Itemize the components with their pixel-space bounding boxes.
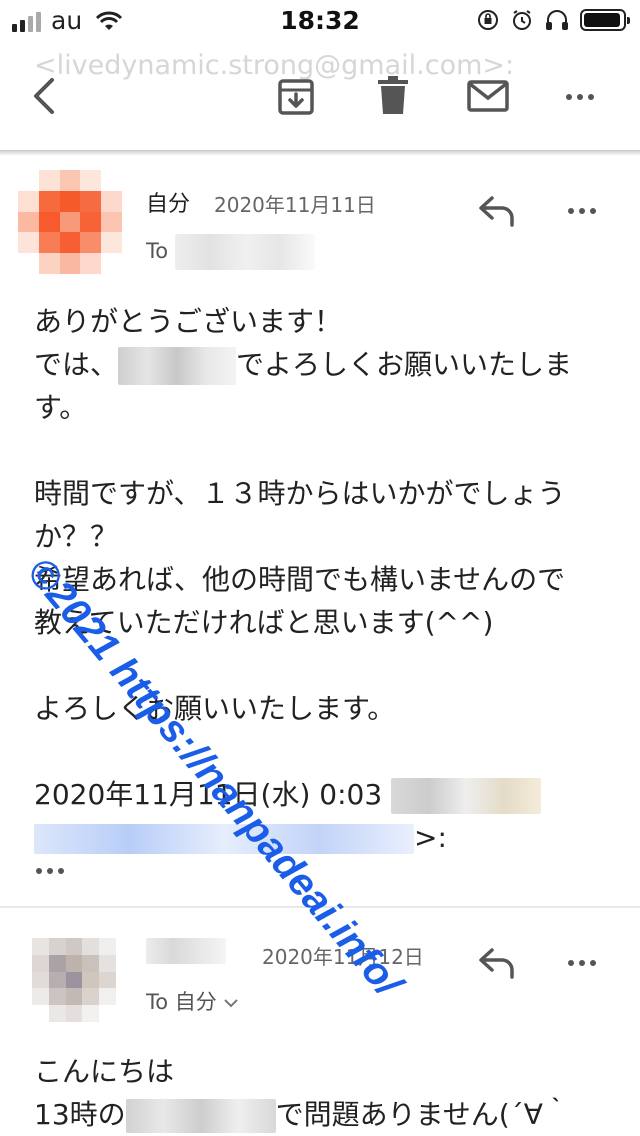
top-toolbar xyxy=(0,40,640,152)
body-line: よろしくお願いいたします。 xyxy=(34,692,396,725)
trash-icon[interactable] xyxy=(378,76,408,116)
rotation-lock-icon xyxy=(478,10,498,30)
mail-icon[interactable] xyxy=(467,80,509,112)
headphones-icon xyxy=(546,10,568,30)
message-body: こんにちは 13時の で問題ありません(´∀｀ xyxy=(34,1050,571,1136)
toolbar-divider xyxy=(0,150,640,156)
archive-icon[interactable] xyxy=(277,78,315,116)
quote-email: >: xyxy=(34,816,572,859)
sender-name xyxy=(146,938,226,964)
redacted-sender xyxy=(146,938,226,964)
body-line: 13時の で問題ありません(´∀｀ xyxy=(34,1098,571,1133)
message-date: 2020年11月11日 xyxy=(214,193,376,217)
body-line: す。 xyxy=(34,391,88,424)
back-arrow-icon[interactable] xyxy=(30,76,58,116)
body-line xyxy=(34,730,572,773)
status-right xyxy=(476,8,630,32)
body-line: ありがとうございます！ xyxy=(34,305,343,338)
recipient-line[interactable]: To xyxy=(146,234,315,270)
status-bar: au 18:32 xyxy=(0,0,640,40)
chevron-down-icon[interactable] xyxy=(223,997,239,1009)
redacted-text xyxy=(125,1099,276,1133)
avatar xyxy=(32,938,116,1022)
reply-icon[interactable] xyxy=(478,195,516,227)
to-label: To xyxy=(146,239,169,263)
redacted-email-link[interactable] xyxy=(34,824,414,854)
body-line: では、 でよろしくお願いいたしま xyxy=(34,343,572,386)
expand-quote-icon[interactable] xyxy=(36,868,64,874)
redacted-name xyxy=(391,778,542,814)
body-line: か？？ xyxy=(34,520,119,553)
message-more-icon[interactable] xyxy=(568,960,596,966)
body-line xyxy=(34,644,572,687)
battery-icon xyxy=(580,9,630,31)
body-line: 希望あれば、他の時間でも構いませんので xyxy=(34,563,566,596)
sender-name: 自分 xyxy=(146,192,191,217)
message-date: 2020年11月12日 xyxy=(262,945,424,969)
body-line: こんにちは xyxy=(34,1055,175,1088)
recipient-line[interactable]: To 自分 xyxy=(146,986,239,1016)
body-line: 教えていただければと思います(^^) xyxy=(34,606,494,639)
body-line xyxy=(34,429,572,472)
message-divider xyxy=(0,906,640,908)
message-more-icon[interactable] xyxy=(568,208,596,214)
alarm-icon xyxy=(513,10,531,30)
reply-icon[interactable] xyxy=(478,947,516,979)
more-options-icon[interactable] xyxy=(566,94,594,100)
body-line: 時間ですが、１３時からはいかがでしょう xyxy=(34,477,566,510)
redacted-text xyxy=(118,347,237,385)
message-body: ありがとうございます！ では、 でよろしくお願いいたしま す。 時間ですが、１３時… xyxy=(34,300,572,859)
quote-header: 2020年11月11日(水) 0:03 xyxy=(34,773,572,816)
avatar xyxy=(18,170,122,274)
redacted-recipient xyxy=(174,234,315,270)
